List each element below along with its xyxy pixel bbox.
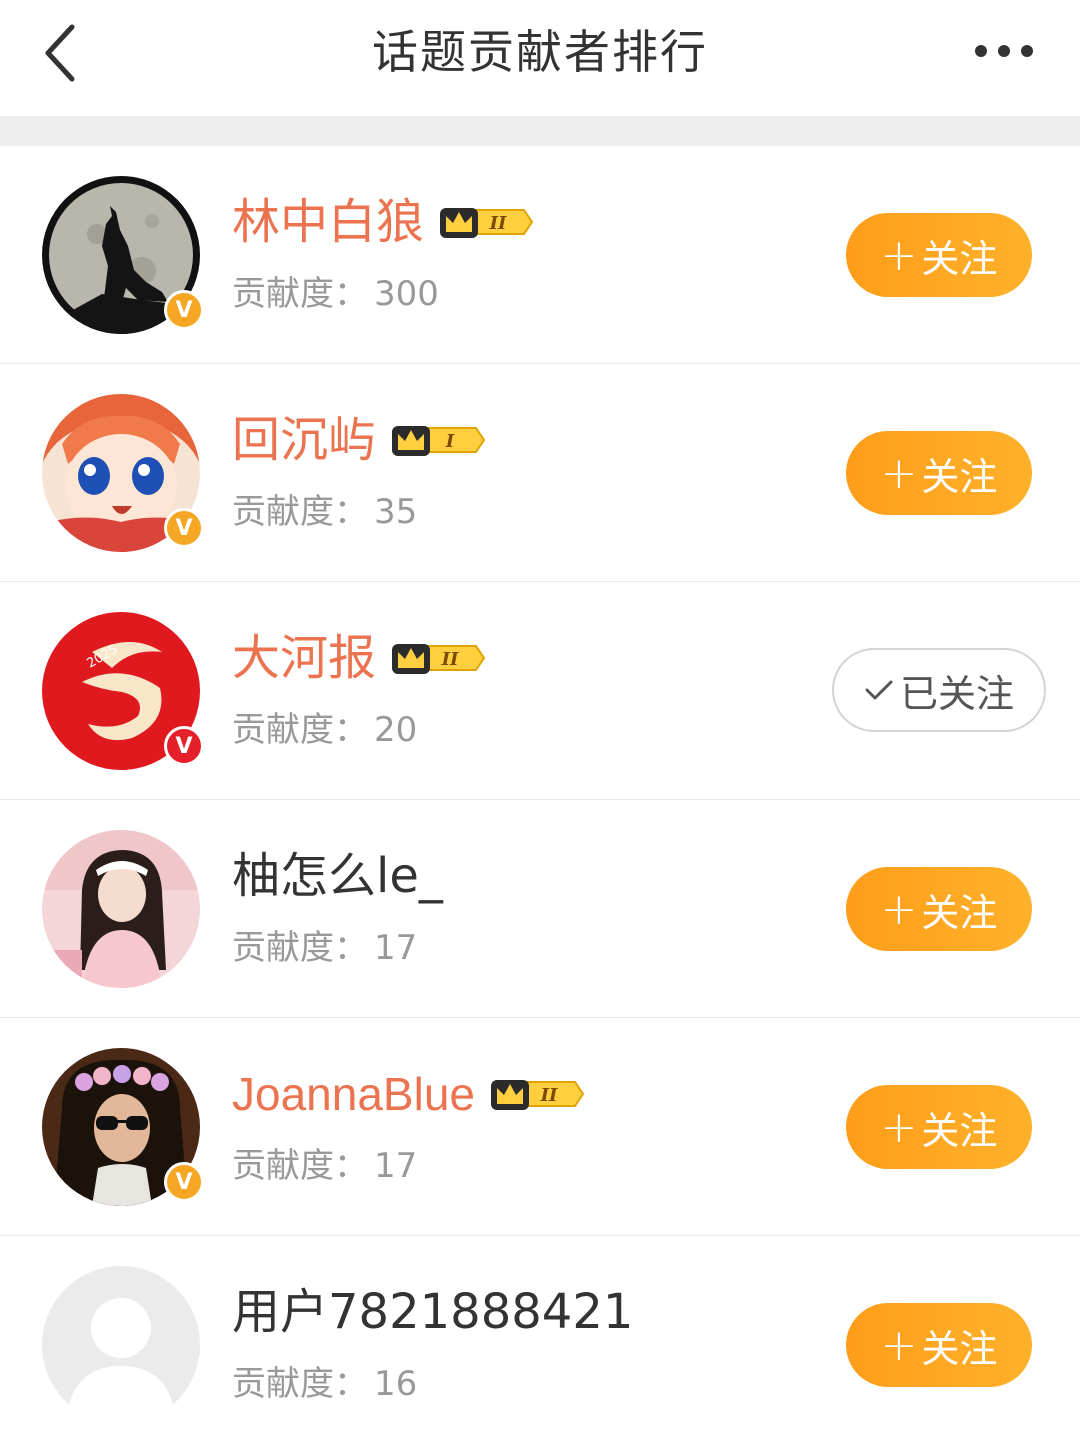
- crown-level: II: [489, 213, 507, 234]
- vip-crown-badge-icon: I: [390, 420, 486, 460]
- verified-badge-icon: V: [164, 290, 204, 330]
- verified-badge-icon: V: [164, 1162, 204, 1202]
- follow-button[interactable]: + 关注: [846, 1303, 1032, 1387]
- contribution-score: 贡献度： 35: [232, 492, 418, 532]
- avatar[interactable]: [42, 1266, 200, 1424]
- follow-button[interactable]: + 关注: [846, 431, 1032, 515]
- plus-icon: +: [880, 229, 918, 281]
- follow-button-label: 关注: [921, 890, 998, 935]
- contributor-row[interactable]: V JoannaBlue II 贡献度： 17 + 关注: [0, 1018, 1080, 1236]
- contributor-name[interactable]: 回沉屿: [232, 408, 376, 472]
- top-navigation-bar: 话题贡献者排行: [0, 0, 1080, 116]
- followed-button-label: 已关注: [899, 671, 1014, 716]
- contribution-score: 贡献度： 20: [232, 710, 418, 750]
- follow-button-label: 关注: [921, 236, 998, 281]
- contribution-score: 贡献度： 17: [232, 928, 418, 968]
- vip-crown-badge-icon: II: [438, 202, 534, 242]
- crown-level: II: [540, 1085, 558, 1106]
- follow-button-label: 关注: [921, 454, 998, 499]
- follow-button-label: 关注: [921, 1326, 998, 1371]
- verified-badge-icon: V: [164, 508, 204, 548]
- contribution-score: 贡献度： 16: [232, 1364, 418, 1404]
- avatar[interactable]: [42, 830, 200, 988]
- more-horizontal-icon: [998, 45, 1010, 57]
- followed-button[interactable]: 已关注: [832, 648, 1046, 732]
- more-horizontal-icon: [975, 45, 987, 57]
- page-title: 话题贡献者排行: [372, 25, 708, 79]
- contributor-name[interactable]: JoannaBlue: [232, 1062, 475, 1126]
- contributor-row[interactable]: 柚怎么le_ 贡献度： 17 + 关注: [0, 800, 1080, 1018]
- plus-icon: +: [880, 1101, 918, 1153]
- contributor-list: V 林中白狼 II 贡献度： 300 + 关注 V 回沉屿 I 贡献度： 35 …: [0, 146, 1080, 1454]
- follow-button[interactable]: + 关注: [846, 213, 1032, 297]
- follow-button-label: 关注: [921, 1108, 998, 1153]
- follow-button[interactable]: + 关注: [846, 867, 1032, 951]
- avatar[interactable]: V: [42, 1048, 204, 1206]
- contributor-row[interactable]: 用户7821888421 贡献度： 16 + 关注: [0, 1236, 1080, 1454]
- more-horizontal-icon: [1021, 45, 1033, 57]
- plus-icon: +: [880, 1319, 918, 1371]
- vip-crown-badge-icon: II: [489, 1074, 585, 1114]
- crown-level: II: [441, 649, 459, 670]
- contributor-name[interactable]: 用户7821888421: [232, 1280, 633, 1344]
- avatar[interactable]: V: [42, 394, 204, 552]
- checkmark-icon: [865, 680, 893, 700]
- section-divider: [0, 116, 1080, 146]
- follow-button[interactable]: + 关注: [846, 1085, 1032, 1169]
- contributor-name[interactable]: 林中白狼: [232, 190, 424, 254]
- plus-icon: +: [880, 883, 918, 935]
- contributor-row[interactable]: 2025 V 大河报 II 贡献度： 20 已关注: [0, 582, 1080, 800]
- vip-crown-badge-icon: II: [390, 638, 486, 678]
- contributor-row[interactable]: V 林中白狼 II 贡献度： 300 + 关注: [0, 146, 1080, 364]
- plus-icon: +: [880, 447, 918, 499]
- avatar[interactable]: V: [42, 176, 204, 334]
- girl-photo-avatar-image: [42, 830, 200, 988]
- more-options-button[interactable]: [964, 26, 1044, 76]
- crown-level: I: [445, 431, 455, 452]
- contributor-name[interactable]: 柚怎么le_: [232, 844, 443, 908]
- default-user-avatar-icon: [42, 1266, 200, 1424]
- contribution-score: 贡献度： 17: [232, 1146, 418, 1186]
- avatar[interactable]: 2025 V: [42, 612, 204, 770]
- contributor-name[interactable]: 大河报: [232, 626, 376, 690]
- contribution-score: 贡献度： 300: [232, 274, 439, 314]
- verified-badge-icon: V: [164, 726, 204, 766]
- contributor-row[interactable]: V 回沉屿 I 贡献度： 35 + 关注: [0, 364, 1080, 582]
